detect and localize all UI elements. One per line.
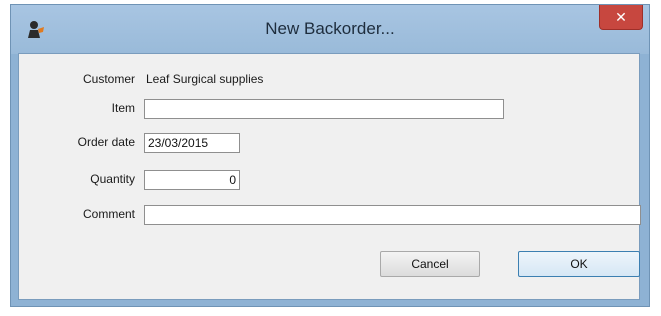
quantity-label: Quantity [90,172,135,186]
quantity-input[interactable]: 0 [144,170,240,190]
customer-value: Leaf Surgical supplies [146,72,264,86]
item-input[interactable] [144,99,504,119]
customer-label: Customer [82,72,135,86]
ok-button[interactable]: OK [518,251,640,277]
item-label: Item [111,101,135,115]
order-date-input[interactable]: 23/03/2015 [144,133,240,153]
title-bar[interactable]: New Backorder... ✕ [11,5,649,54]
comment-label: Comment [82,207,135,221]
dialog-window: New Backorder... ✕ Customer Leaf Surgica… [10,4,650,307]
dialog-body: Customer Leaf Surgical supplies Item Ord… [18,53,641,300]
cancel-button[interactable]: Cancel [380,251,480,277]
comment-input[interactable] [144,205,641,225]
order-date-label: Order date [77,135,135,149]
close-icon: ✕ [615,8,627,25]
dialog-title: New Backorder... [265,19,395,38]
close-button[interactable]: ✕ [599,5,643,30]
